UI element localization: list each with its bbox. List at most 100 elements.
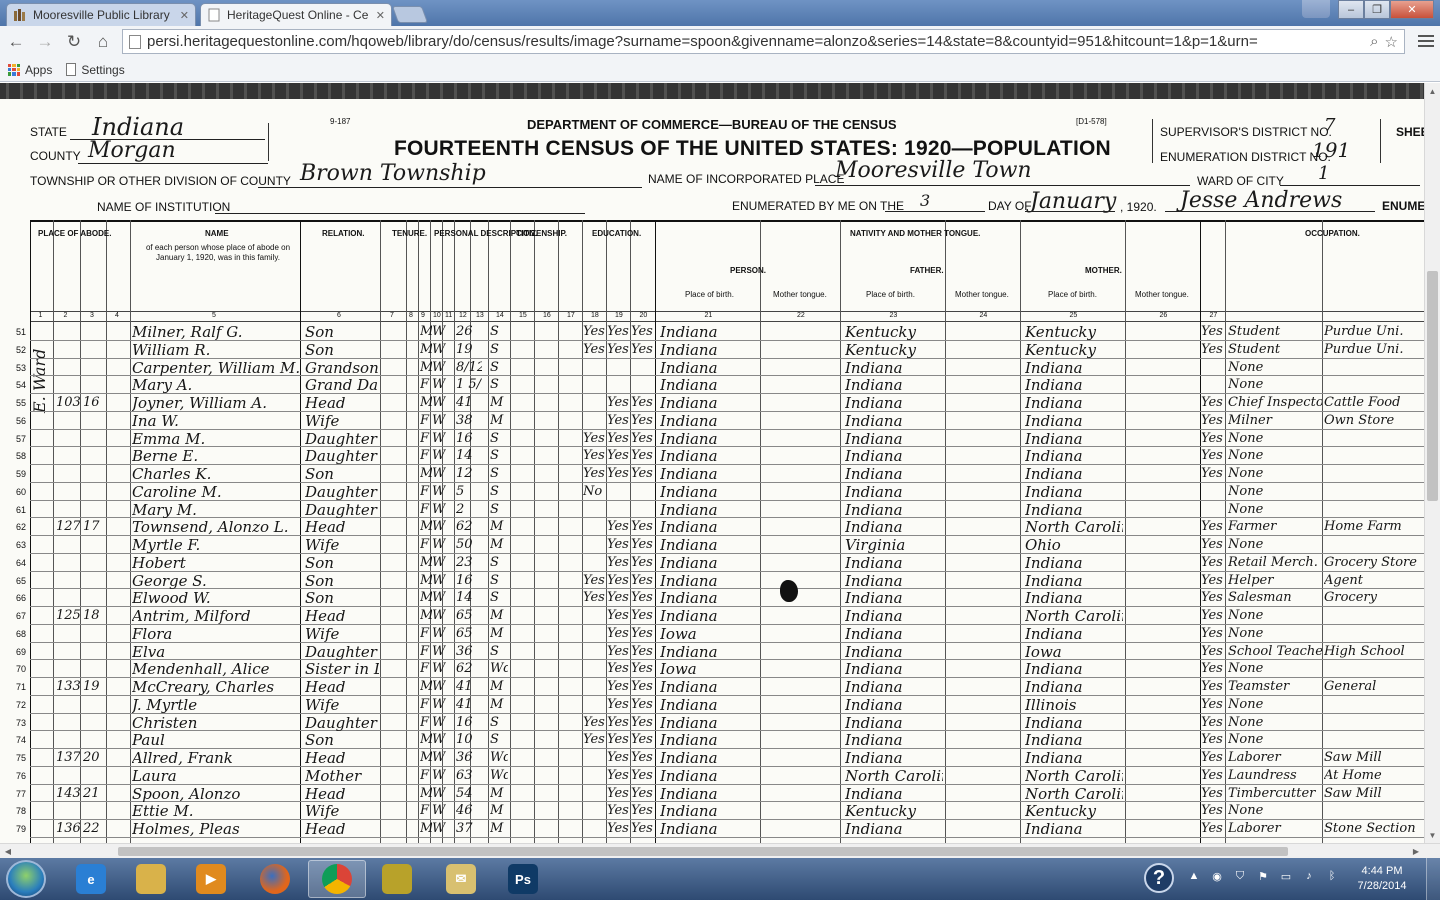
- census-row[interactable]: 63 Myrtle F. Wife F W 50 M Yes Yes Indiana Virgini…: [0, 536, 1424, 554]
- census-row[interactable]: 64 Hobert Son M W 23 S Yes Yes Indiana Indiana Indi…: [0, 554, 1424, 572]
- url-text[interactable]: persi.heritagequestonline.com/hqoweb/lib…: [147, 33, 1364, 50]
- place-of-abode-heading: PLACE OF ABODE.: [38, 229, 112, 238]
- bluetooth-icon[interactable]: ᛒ: [1324, 868, 1340, 884]
- census-row[interactable]: 53 Carpenter, William M. Grandson MW 8/12 S In…: [0, 359, 1424, 377]
- census-row[interactable]: 76LauraMotherFW63WdYesYesIndianaNorth Ca…: [0, 767, 1424, 785]
- scroll-left-icon[interactable]: ◀: [0, 844, 16, 859]
- tab-mooresville-library[interactable]: Mooresville Public Library ✕: [6, 3, 196, 26]
- security-shield-icon[interactable]: ⛉: [1232, 868, 1248, 884]
- vertical-scrollbar[interactable]: ▲ ▼: [1424, 83, 1440, 843]
- taskbar-app-button[interactable]: [122, 860, 180, 898]
- cell-birthplace: Indiana: [660, 695, 718, 714]
- census-row[interactable]: 52 William R. Son M W 19 S Yes Yes Yes Indiana Kent…: [0, 341, 1424, 359]
- census-row[interactable]: 65 George S. Son M W 16 S Yes Yes Yes Indiana India…: [0, 572, 1424, 590]
- windows-taskbar: e ▶ ✉ Ps ? ▲ ◉ ⛉ ⚑ ▭ ♪ ᛒ 4:44 PM 7/28/2014: [0, 858, 1440, 900]
- maximize-icon[interactable]: ❐: [1364, 0, 1390, 19]
- cell-write: Yes: [631, 696, 653, 712]
- scroll-down-icon[interactable]: ▼: [1425, 827, 1440, 843]
- census-row[interactable]: 58 Berne E. Daughter F W 14 S Yes Yes Yes Indiana I…: [0, 447, 1424, 465]
- show-desktop-button[interactable]: [1426, 858, 1440, 900]
- census-row[interactable]: 74 Paul Son M W 10 S Yes Yes Yes Indiana Indiana Ind…: [0, 731, 1424, 749]
- census-image-viewport[interactable]: STATE Indiana COUNTY Morgan TOWNSHIP OR …: [0, 83, 1424, 843]
- cell-family: 19: [83, 679, 100, 694]
- scroll-right-icon[interactable]: ▶: [1408, 844, 1424, 859]
- cell-birthplace: Indiana: [660, 820, 718, 838]
- census-row[interactable]: 51 Milner, Ralf G. Son M W 26 S Yes Yes Yes Indian…: [0, 323, 1424, 341]
- taskbar-app-button[interactable]: [246, 860, 304, 898]
- minimize-icon[interactable]: –: [1338, 0, 1364, 19]
- cell-marital: Wd: [490, 750, 508, 765]
- reload-icon[interactable]: ↻: [61, 29, 87, 55]
- home-icon[interactable]: ⌂: [90, 29, 116, 55]
- census-row[interactable]: 72 J. Myrtle Wife F W 41 M Yes Yes Indiana Indiana…: [0, 696, 1424, 714]
- tab-heritagequest[interactable]: HeritageQuest Online - Ce ✕: [200, 3, 392, 26]
- cell-mother-birth: North Carolina: [1025, 607, 1123, 625]
- show-hidden-icons-icon[interactable]: ▲: [1186, 868, 1202, 884]
- census-row[interactable]: 59 Charles K. Son M W 12 S Yes Yes Yes Indiana Indi…: [0, 465, 1424, 483]
- bookmark-apps[interactable]: Apps: [8, 63, 52, 77]
- new-tab-button[interactable]: [391, 6, 429, 23]
- census-row[interactable]: 57 Emma M. Daughter F W 16 S Yes Yes Yes Indiana In…: [0, 430, 1424, 448]
- census-row[interactable]: 60 Caroline M. Daughter F W 5 S No Indiana Indian…: [0, 483, 1424, 501]
- census-row[interactable]: 70 Mendenhall, Alice Sister in Law FW 62 Wd Ye…: [0, 660, 1424, 678]
- census-row[interactable]: 66 Elwood W. Son M W 14 S Yes Yes Yes Indiana India…: [0, 589, 1424, 607]
- horizontal-scrollbar[interactable]: ◀ ▶: [0, 843, 1440, 858]
- census-row[interactable]: 77 143 21 Spoon, Alonzo Head M W 54 M Yes Yes India…: [0, 785, 1424, 803]
- cell-english: Yes: [1201, 519, 1223, 535]
- census-row[interactable]: 78 Ettie M. Wife F W 46 M Yes Yes Indiana Kentucky…: [0, 802, 1424, 820]
- bookmark-star-icon[interactable]: ☆: [1385, 33, 1398, 51]
- network-globe-icon[interactable]: ◉: [1209, 868, 1225, 884]
- profile-icon[interactable]: [1302, 0, 1330, 18]
- cell-sex: F: [420, 377, 430, 393]
- taskbar-app-button[interactable]: e: [62, 860, 120, 898]
- census-row[interactable]: 79 136 22 Holmes, Pleas Head M W 37 M Yes Yes India…: [0, 820, 1424, 838]
- census-row[interactable]: 54 Mary A. Grand Daughter FW 1 5/12 S Indiana I…: [0, 376, 1424, 394]
- taskbar-app-button[interactable]: ✉: [432, 860, 490, 898]
- cell-sex: M: [420, 750, 432, 765]
- volume-icon[interactable]: ♪: [1301, 868, 1317, 884]
- census-row[interactable]: 56 Ina W. Wife F W 38 M Yes Yes Indiana Indiana Ind…: [0, 412, 1424, 430]
- taskbar-app-button[interactable]: [308, 860, 366, 898]
- close-window-icon[interactable]: ✕: [1390, 0, 1434, 19]
- census-row[interactable]: 55 103 16 Joyner, William A. Head M W 41 M Yes Yes…: [0, 394, 1424, 412]
- census-row[interactable]: 73 Christen Daughter F W 16 S Yes Yes Yes Indiana I…: [0, 714, 1424, 732]
- cell-relation: Head: [305, 394, 346, 412]
- bookmark-settings[interactable]: Settings: [66, 63, 125, 77]
- address-bar[interactable]: persi.heritagequestonline.com/hqoweb/lib…: [122, 29, 1405, 54]
- help-icon[interactable]: ?: [1144, 863, 1174, 893]
- search-icon[interactable]: ⌕: [1370, 33, 1378, 51]
- census-row[interactable]: 69 Elva Daughter F W 36 S Yes Yes Indiana Indiana I…: [0, 643, 1424, 661]
- taskbar-app-button[interactable]: Ps: [494, 860, 552, 898]
- cell-english: Yes: [1201, 537, 1223, 552]
- close-tab-icon[interactable]: ✕: [376, 9, 385, 22]
- vertical-scroll-thumb[interactable]: [1427, 271, 1438, 501]
- cell-father-birth: Kentucky: [845, 802, 916, 821]
- display-icon[interactable]: ▭: [1278, 868, 1294, 884]
- census-row[interactable]: 61 Mary M. Daughter F W 2 S Indiana Indiana India…: [0, 501, 1424, 519]
- cell-race: W: [432, 750, 446, 765]
- system-clock[interactable]: 4:44 PM 7/28/2014: [1352, 864, 1412, 894]
- line-number: 54: [15, 380, 26, 391]
- cell-relation: Son: [305, 571, 334, 590]
- flag-icon[interactable]: ⚑: [1255, 868, 1271, 884]
- census-row[interactable]: 67 125 18 Antrim, Milford Head M W 65 M Yes Yes Ind…: [0, 607, 1424, 625]
- census-row[interactable]: 68 Flora Wife F W 65 M Yes Yes Iowa Indiana Indiana…: [0, 625, 1424, 643]
- census-row[interactable]: 71 133 19 McCreary, Charles Head M W 41 M Yes Yes I…: [0, 678, 1424, 696]
- census-row[interactable]: 62 127 17 Townsend, Alonzo L. Head M W 62 M Yes Ye…: [0, 518, 1424, 536]
- taskbar-app-button[interactable]: ▶: [182, 860, 240, 898]
- cell-school: Yes: [583, 430, 605, 446]
- taskbar-app-button[interactable]: [368, 860, 426, 898]
- cell-trade: School Teacher: [1228, 643, 1322, 659]
- horizontal-scroll-thumb[interactable]: [118, 847, 1288, 856]
- scroll-up-icon[interactable]: ▲: [1425, 83, 1440, 99]
- close-tab-icon[interactable]: ✕: [180, 9, 189, 22]
- chrome-menu-icon[interactable]: [1418, 33, 1434, 49]
- cell-read: Yes: [607, 590, 629, 606]
- start-button[interactable]: [6, 860, 46, 898]
- back-arrow-icon[interactable]: ←: [3, 29, 29, 55]
- census-row[interactable]: 7513720Allred, FrankHeadMW36WdYesYesIndi…: [0, 749, 1424, 767]
- forward-arrow-icon[interactable]: →: [32, 29, 58, 55]
- cell-mother-birth: Kentucky: [1025, 323, 1096, 341]
- cell-mother-birth: Ohio: [1025, 536, 1061, 554]
- cell-family: 20: [83, 750, 100, 765]
